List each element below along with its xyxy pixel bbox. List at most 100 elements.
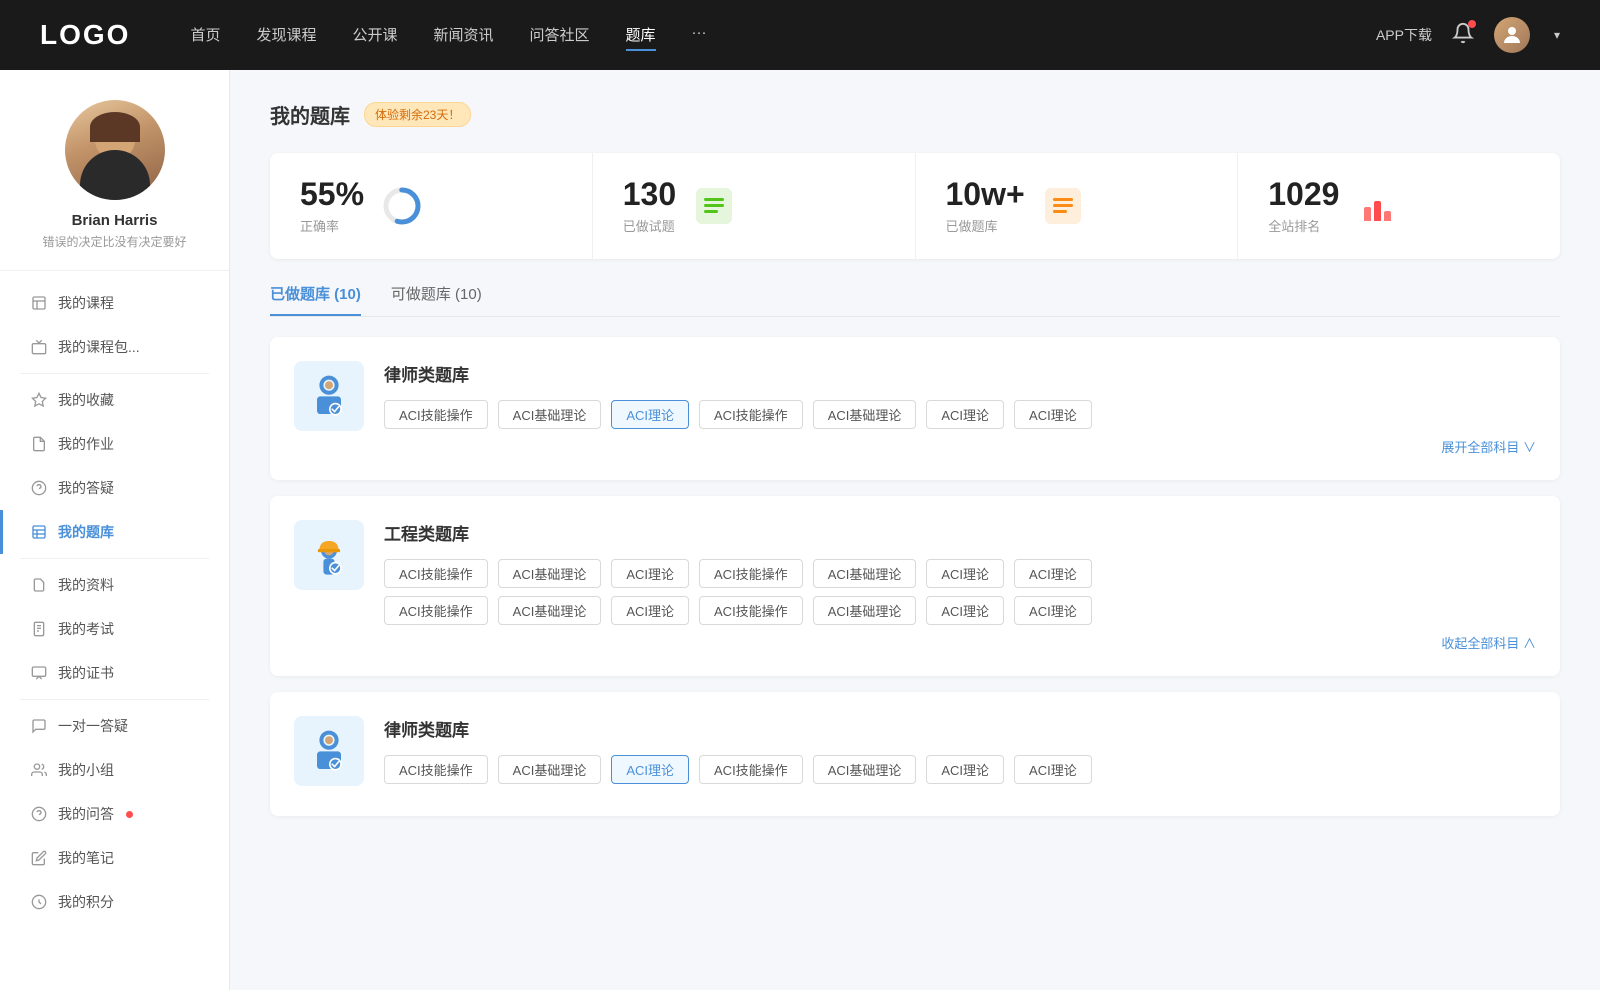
avatar-body	[80, 150, 150, 200]
sidebar-item-one-on-one[interactable]: 一对一答疑	[0, 704, 229, 748]
tag-lawyer2-1[interactable]: ACI基础理论	[498, 755, 602, 784]
avatar[interactable]	[1494, 17, 1530, 53]
points-icon	[30, 893, 48, 911]
sidebar-item-label: 我的资料	[58, 575, 114, 595]
sidebar-item-label: 我的积分	[58, 892, 114, 912]
tag-eng2-6[interactable]: ACI理论	[1014, 596, 1092, 625]
tag-lawyer2-0[interactable]: ACI技能操作	[384, 755, 488, 784]
tag-eng-0[interactable]: ACI技能操作	[384, 559, 488, 588]
nav-more[interactable]: ···	[692, 20, 707, 51]
nav-qa[interactable]: 问答社区	[530, 20, 590, 51]
tag-lawyer1-0[interactable]: ACI技能操作	[384, 400, 488, 429]
tag-eng-1[interactable]: ACI基础理论	[498, 559, 602, 588]
sidebar-item-package[interactable]: 我的课程包...	[0, 325, 229, 369]
tab-available[interactable]: 可做题库 (10)	[391, 283, 482, 316]
nav-news[interactable]: 新闻资讯	[434, 20, 494, 51]
tag-eng-4[interactable]: ACI基础理论	[813, 559, 917, 588]
tag-eng2-0[interactable]: ACI技能操作	[384, 596, 488, 625]
sidebar-item-label: 我的课程包...	[58, 337, 140, 357]
notification-bell[interactable]	[1452, 22, 1474, 49]
tag-eng-2[interactable]: ACI理论	[611, 559, 689, 588]
sidebar-item-my-qa[interactable]: 我的问答	[0, 792, 229, 836]
tag-eng2-4[interactable]: ACI基础理论	[813, 596, 917, 625]
tab-done[interactable]: 已做题库 (10)	[270, 283, 361, 316]
tag-lawyer1-3[interactable]: ACI技能操作	[699, 400, 803, 429]
sidebar: Brian Harris 错误的决定比没有决定要好 我的课程 我的课程包...	[0, 70, 230, 990]
donut-chart-icon	[380, 184, 424, 228]
stat-done-banks: 10w+ 已做题库	[916, 153, 1239, 259]
bar-1	[1364, 207, 1371, 221]
tag-lawyer2-4[interactable]: ACI基础理论	[813, 755, 917, 784]
avatar-image	[1494, 17, 1530, 53]
homework-icon	[30, 435, 48, 453]
sidebar-item-group[interactable]: 我的小组	[0, 748, 229, 792]
sidebar-item-docs[interactable]: 我的资料	[0, 563, 229, 607]
sidebar-item-notes[interactable]: 我的笔记	[0, 836, 229, 880]
sidebar-item-label: 我的题库	[58, 522, 114, 542]
tags-row-lawyer-1: ACI技能操作 ACI基础理论 ACI理论 ACI技能操作 ACI基础理论 AC…	[384, 400, 1536, 429]
tags-row-engineer-2: ACI技能操作 ACI基础理论 ACI理论 ACI技能操作 ACI基础理论 AC…	[384, 596, 1536, 625]
sidebar-item-qa-answer[interactable]: 我的答疑	[0, 466, 229, 510]
sidebar-item-favorites[interactable]: 我的收藏	[0, 378, 229, 422]
sidebar-item-exam[interactable]: 我的考试	[0, 607, 229, 651]
user-menu-chevron[interactable]: ▾	[1554, 28, 1560, 42]
tag-lawyer2-3[interactable]: ACI技能操作	[699, 755, 803, 784]
sidebar-divider-3	[20, 699, 209, 700]
tag-eng2-1[interactable]: ACI基础理论	[498, 596, 602, 625]
sidebar-item-homework[interactable]: 我的作业	[0, 422, 229, 466]
qbank-section-engineer: 工程类题库 ACI技能操作 ACI基础理论 ACI理论 ACI技能操作 ACI基…	[270, 496, 1560, 676]
expand-link-lawyer-1[interactable]: 展开全部科目 ∨	[384, 437, 1536, 456]
sidebar-divider-2	[20, 558, 209, 559]
stat-done-questions: 130 已做试题	[593, 153, 916, 259]
sidebar-item-label: 我的收藏	[58, 390, 114, 410]
tag-eng-3[interactable]: ACI技能操作	[699, 559, 803, 588]
nav-discover[interactable]: 发现课程	[256, 20, 316, 51]
sidebar-item-label: 我的作业	[58, 434, 114, 454]
nav-open-course[interactable]: 公开课	[352, 20, 397, 51]
tag-lawyer2-2[interactable]: ACI理论	[611, 755, 689, 784]
sidebar-item-cert[interactable]: 我的证书	[0, 651, 229, 695]
nav-home[interactable]: 首页	[190, 20, 220, 51]
sidebar-username: Brian Harris	[72, 212, 158, 229]
cert-icon	[30, 664, 48, 682]
notes-icon	[30, 849, 48, 867]
tag-lawyer2-6[interactable]: ACI理论	[1014, 755, 1092, 784]
page-title: 我的题库	[270, 100, 350, 129]
nav-qbank[interactable]: 题库	[626, 20, 656, 51]
star-icon	[30, 391, 48, 409]
tag-lawyer1-5[interactable]: ACI理论	[926, 400, 1004, 429]
sidebar-item-points[interactable]: 我的积分	[0, 880, 229, 924]
sidebar-avatar-image	[65, 100, 165, 200]
sidebar-user-section: Brian Harris 错误的决定比没有决定要好	[0, 100, 229, 271]
tag-eng2-3[interactable]: ACI技能操作	[699, 596, 803, 625]
sidebar-item-qbank[interactable]: 我的题库	[0, 510, 229, 554]
tag-eng-6[interactable]: ACI理论	[1014, 559, 1092, 588]
trial-badge: 体验剩余23天！	[364, 102, 471, 127]
stat-number-banks: 10w+	[946, 177, 1025, 212]
stat-number-correct: 55%	[300, 177, 364, 212]
sidebar-item-course[interactable]: 我的课程	[0, 281, 229, 325]
tag-lawyer1-6[interactable]: ACI理论	[1014, 400, 1092, 429]
tag-lawyer2-5[interactable]: ACI理论	[926, 755, 1004, 784]
course-icon	[30, 294, 48, 312]
qa-icon	[30, 805, 48, 823]
main-content: 我的题库 体验剩余23天！ 55% 正确率	[230, 70, 1600, 990]
stat-label-correct: 正确率	[300, 216, 364, 235]
qa-badge	[126, 811, 133, 818]
app-download-link[interactable]: APP下载	[1376, 25, 1432, 45]
qbank-title-engineer: 工程类题库	[384, 520, 1536, 545]
qbank-icon-engineer	[294, 520, 364, 590]
sidebar-item-label: 我的小组	[58, 760, 114, 780]
tag-eng-5[interactable]: ACI理论	[926, 559, 1004, 588]
expand-link-engineer[interactable]: 收起全部科目 ∧	[384, 633, 1536, 652]
qbank-icon-lawyer-1	[294, 361, 364, 431]
list-orange-icon	[1041, 184, 1085, 228]
tag-lawyer1-4[interactable]: ACI基础理论	[813, 400, 917, 429]
stat-correct-rate: 55% 正确率	[270, 153, 593, 259]
sidebar-slogan: 错误的决定比没有决定要好	[42, 233, 186, 250]
tag-eng2-5[interactable]: ACI理论	[926, 596, 1004, 625]
tag-lawyer1-2[interactable]: ACI理论	[611, 400, 689, 429]
tag-eng2-2[interactable]: ACI理论	[611, 596, 689, 625]
tag-lawyer1-1[interactable]: ACI基础理论	[498, 400, 602, 429]
qbank-title-lawyer-2: 律师类题库	[384, 716, 1536, 741]
